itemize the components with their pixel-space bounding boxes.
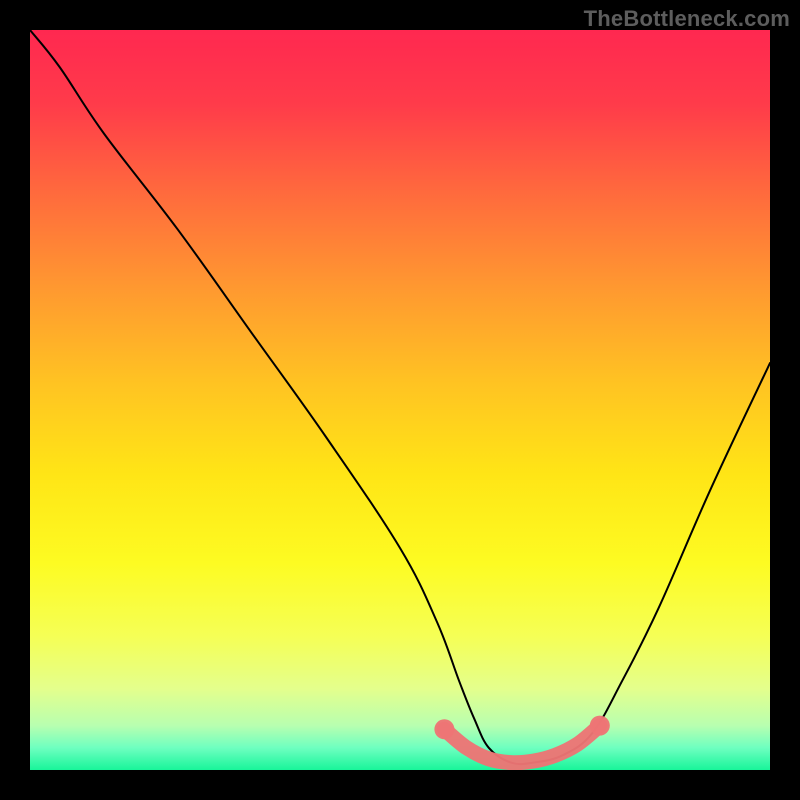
chart-background [30, 30, 770, 770]
bottleneck-chart [30, 30, 770, 770]
attribution-label: TheBottleneck.com [584, 6, 790, 32]
